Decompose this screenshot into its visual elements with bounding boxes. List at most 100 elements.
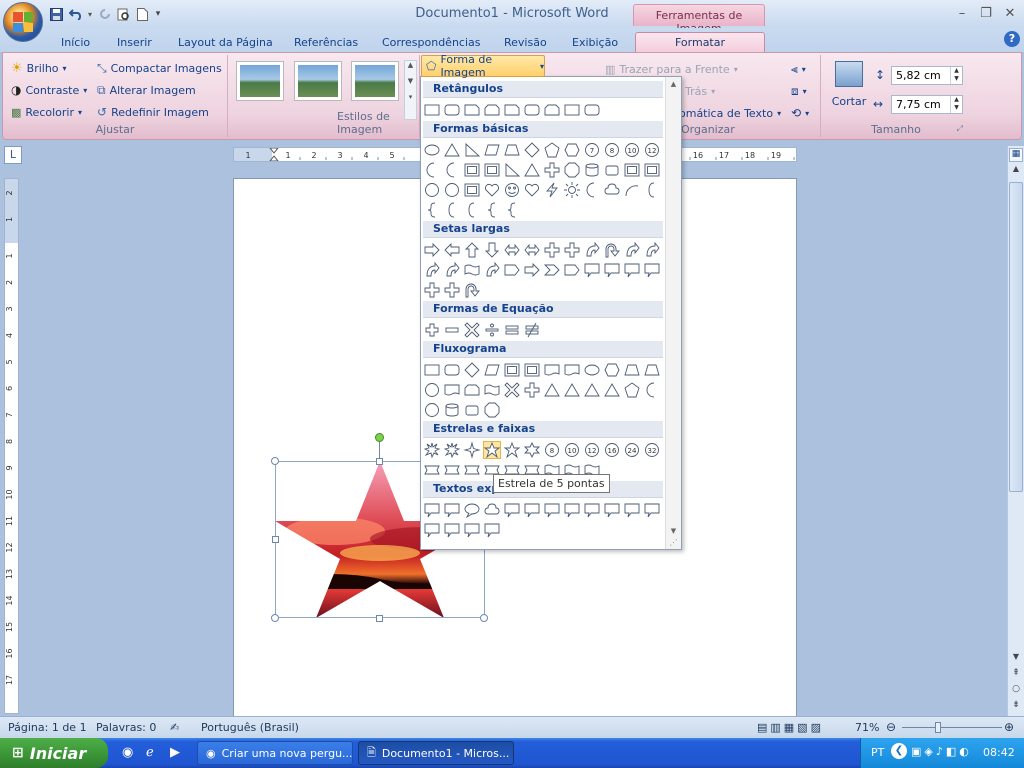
wave-shape-icon[interactable] <box>483 381 501 399</box>
heart-shape-icon[interactable] <box>483 181 501 199</box>
tab-revisao[interactable]: Revisão <box>495 32 556 52</box>
moon-shape-icon[interactable] <box>583 181 601 199</box>
compactar-imagens-button[interactable]: ⤡ Compactar Imagens <box>97 58 222 78</box>
picture-style-thumb[interactable] <box>236 61 284 101</box>
cloud-shape-icon[interactable] <box>483 501 501 519</box>
circ-shape-icon[interactable] <box>423 381 441 399</box>
cyl-shape-icon[interactable] <box>583 161 601 179</box>
rotate-button[interactable]: ⟲ ▾ <box>791 103 809 123</box>
num-shape-icon[interactable]: 8 <box>543 441 561 459</box>
num-shape-icon[interactable]: 12 <box>583 441 601 459</box>
snip2-shape-icon[interactable] <box>463 381 481 399</box>
trap-shape-icon[interactable] <box>503 141 521 159</box>
star6-shape-icon[interactable] <box>523 441 541 459</box>
ie-icon[interactable]: ℯ <box>146 745 154 760</box>
neq-shape-icon[interactable] <box>523 321 541 339</box>
minus-shape-icon[interactable] <box>443 321 461 339</box>
cloud-shape-icon[interactable] <box>603 181 621 199</box>
spellcheck-icon[interactable]: ✍ <box>170 721 179 734</box>
ellipse-shape-icon[interactable] <box>423 141 441 159</box>
para-shape-icon[interactable] <box>483 141 501 159</box>
plus-shape-icon[interactable] <box>423 321 441 339</box>
diamond-shape-icon[interactable] <box>463 361 481 379</box>
curvArrow-shape-icon[interactable] <box>643 241 661 259</box>
bracket-shape-icon[interactable] <box>643 181 661 199</box>
num-shape-icon[interactable]: 8 <box>603 141 621 159</box>
moon-shape-icon[interactable] <box>643 381 661 399</box>
restore-icon[interactable]: ❐ <box>974 4 998 22</box>
callout-shape-icon[interactable] <box>423 501 441 519</box>
minimize-icon[interactable]: – <box>950 4 974 22</box>
snip-shape-icon[interactable] <box>463 101 481 119</box>
frame-shape-icon[interactable] <box>623 161 641 179</box>
callout-shape-icon[interactable] <box>623 261 641 279</box>
callout-shape-icon[interactable] <box>443 521 461 539</box>
callout-shape-icon[interactable] <box>543 501 561 519</box>
eq-shape-icon[interactable] <box>503 321 521 339</box>
can-shape-icon[interactable] <box>463 401 481 419</box>
frame-shape-icon[interactable] <box>463 161 481 179</box>
can-shape-icon[interactable] <box>603 161 621 179</box>
uturn-shape-icon[interactable] <box>603 241 621 259</box>
doc-shape-icon[interactable] <box>543 361 561 379</box>
new-document-icon[interactable] <box>134 6 151 22</box>
star4-shape-icon[interactable] <box>463 441 481 459</box>
trap-shape-icon[interactable] <box>643 361 661 379</box>
uturn-shape-icon[interactable] <box>463 281 481 299</box>
zoom-slider-thumb[interactable] <box>934 722 941 733</box>
bolt-shape-icon[interactable] <box>543 181 561 199</box>
start-button[interactable]: ⊞ Iniciar <box>0 738 108 768</box>
ribbon-shape-icon[interactable] <box>463 461 481 479</box>
callout-shape-icon[interactable] <box>603 261 621 279</box>
frame-shape-icon[interactable] <box>503 361 521 379</box>
cross-shape-icon[interactable] <box>443 281 461 299</box>
num-shape-icon[interactable]: 32 <box>643 441 661 459</box>
rrect-shape-icon[interactable] <box>523 101 541 119</box>
resize-handle-top-left[interactable] <box>271 457 279 465</box>
callout-shape-icon[interactable] <box>603 501 621 519</box>
doc-shape-icon[interactable] <box>563 361 581 379</box>
callout-shape-icon[interactable] <box>443 501 461 519</box>
scroll-up-icon[interactable]: ▲ <box>1009 164 1023 178</box>
media-player-icon[interactable]: ▶ <box>170 745 180 760</box>
octa-shape-icon[interactable] <box>563 161 581 179</box>
num-shape-icon[interactable]: 16 <box>603 441 621 459</box>
tri-shape-icon[interactable] <box>523 161 541 179</box>
callout-shape-icon[interactable] <box>523 501 541 519</box>
callout-shape-icon[interactable] <box>583 501 601 519</box>
tri-shape-icon[interactable] <box>543 381 561 399</box>
brilho-button[interactable]: ☀ Brilho ▾ <box>11 58 67 78</box>
chevron-shape-icon[interactable] <box>543 261 561 279</box>
rect-shape-icon[interactable] <box>423 101 441 119</box>
vertical-scrollbar[interactable]: ▦ ▲ ▼ ⇞ ○ ⇟ <box>1007 146 1024 716</box>
arrowD-shape-icon[interactable] <box>483 241 501 259</box>
brace-shape-icon[interactable] <box>423 201 441 219</box>
language-bar[interactable]: PT <box>871 746 884 759</box>
bracket-shape-icon[interactable] <box>443 201 461 219</box>
resize-grip-icon[interactable]: ⋰ <box>666 538 681 547</box>
align-button[interactable]: ⫷ ▾ <box>791 59 806 79</box>
num-shape-icon[interactable]: 24 <box>623 441 641 459</box>
undo-dropdown-icon[interactable]: ▾ <box>86 6 94 22</box>
picture-style-thumb[interactable] <box>351 61 399 101</box>
ribbon-shape-icon[interactable] <box>443 461 461 479</box>
scroll-down-icon[interactable]: ▼ <box>1009 652 1023 666</box>
frame-shape-icon[interactable] <box>463 181 481 199</box>
rect-shape-icon[interactable] <box>423 361 441 379</box>
resize-handle-left[interactable] <box>272 536 279 543</box>
arrowLR-shape-icon[interactable] <box>503 241 521 259</box>
burst-shape-icon[interactable] <box>423 441 441 459</box>
contraste-button[interactable]: ◑ Contraste ▾ <box>11 80 87 100</box>
callout-shape-icon[interactable] <box>503 501 521 519</box>
brace-shape-icon[interactable] <box>503 201 521 219</box>
cortar-button[interactable]: Cortar <box>829 59 869 115</box>
spinner-icon[interactable]: ▲ ▼ <box>950 96 962 113</box>
previous-page-icon[interactable]: ⇞ <box>1009 668 1023 682</box>
callout-shape-icon[interactable] <box>643 261 661 279</box>
bracket-shape-icon[interactable] <box>463 201 481 219</box>
ruler-toggle-icon[interactable]: ▦ <box>1009 148 1023 162</box>
curvArrow-shape-icon[interactable] <box>443 261 461 279</box>
cross-shape-icon[interactable] <box>543 241 561 259</box>
callout-shape-icon[interactable] <box>623 501 641 519</box>
callout-shape-icon[interactable] <box>643 501 661 519</box>
